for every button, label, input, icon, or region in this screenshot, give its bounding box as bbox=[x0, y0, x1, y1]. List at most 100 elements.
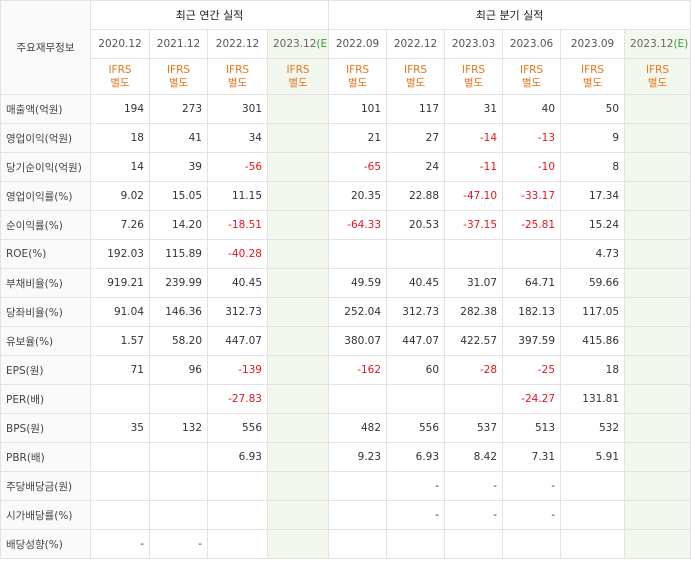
table-cell: 64.71 bbox=[502, 268, 562, 298]
table-cell bbox=[386, 239, 446, 269]
ifrs-header: IFRS 별도 bbox=[207, 58, 268, 95]
table-row: BPS(원) 35 132 556 482 556 537 513 532 bbox=[0, 413, 691, 443]
table-cell: 1.57 bbox=[90, 326, 150, 356]
table-cell: 252.04 bbox=[328, 297, 388, 327]
table-cell: 40.45 bbox=[386, 268, 446, 298]
table-cell: -11 bbox=[444, 152, 504, 182]
table-cell: 50 bbox=[560, 94, 626, 124]
table-cell: - bbox=[90, 529, 150, 559]
period-header-estimate: 2023.12(E) bbox=[266, 29, 330, 59]
table-cell: 22.88 bbox=[386, 181, 446, 211]
table-cell: -37.15 bbox=[444, 210, 504, 240]
table-cell: 27 bbox=[386, 123, 446, 153]
ifrs-header: IFRS 별도 bbox=[90, 58, 150, 95]
table-cell: 447.07 bbox=[207, 326, 268, 356]
table-cell: 14 bbox=[90, 152, 150, 182]
table-cell: 40 bbox=[502, 94, 562, 124]
table-cell: 41 bbox=[149, 123, 208, 153]
table-cell bbox=[624, 123, 691, 153]
table-cell: 273 bbox=[149, 94, 208, 124]
table-cell bbox=[624, 297, 691, 327]
table-cell bbox=[149, 500, 208, 530]
ifrs-header: IFRS 별도 bbox=[624, 58, 691, 95]
table-cell bbox=[266, 500, 330, 530]
row-label: 매출액(억원) bbox=[0, 94, 91, 124]
row-label: ROE(%) bbox=[0, 239, 91, 269]
table-cell: -10 bbox=[502, 152, 562, 182]
table-cell bbox=[624, 413, 691, 443]
table-cell bbox=[444, 529, 504, 559]
ifrs-header: IFRS 별도 bbox=[444, 58, 504, 95]
table-cell: 397.59 bbox=[502, 326, 562, 356]
table-cell: 9.23 bbox=[328, 442, 388, 472]
table-row: 당기순이익(억원) 14 39 -56 -65 24 -11 -10 8 bbox=[0, 152, 691, 182]
ifrs-header: IFRS 별도 bbox=[266, 58, 330, 95]
table-cell: -47.10 bbox=[444, 181, 504, 211]
table-cell: 101 bbox=[328, 94, 388, 124]
table-cell: 132 bbox=[149, 413, 208, 443]
table-cell bbox=[266, 297, 330, 327]
table-cell bbox=[266, 181, 330, 211]
table-cell bbox=[266, 268, 330, 298]
ifrs-header: IFRS 별도 bbox=[502, 58, 562, 95]
table-cell bbox=[624, 239, 691, 269]
table-cell: 7.31 bbox=[502, 442, 562, 472]
table-cell: 239.99 bbox=[149, 268, 208, 298]
period-header: 2022.09 bbox=[328, 29, 388, 59]
table-cell: 8.42 bbox=[444, 442, 504, 472]
table-cell bbox=[328, 384, 388, 414]
table-cell bbox=[560, 529, 626, 559]
table-cell: -25 bbox=[502, 355, 562, 385]
period-header: 2023.06 bbox=[502, 29, 562, 59]
period-header: 2023.09 bbox=[560, 29, 626, 59]
table-cell bbox=[266, 442, 330, 472]
table-row: EPS(원) 71 96 -139 -162 60 -28 -25 18 bbox=[0, 355, 691, 385]
table-cell: 7.26 bbox=[90, 210, 150, 240]
table-cell: -65 bbox=[328, 152, 388, 182]
table-cell: 34 bbox=[207, 123, 268, 153]
table-cell: - bbox=[386, 500, 446, 530]
table-cell bbox=[444, 384, 504, 414]
table-cell bbox=[624, 442, 691, 472]
table-cell bbox=[624, 94, 691, 124]
table-cell bbox=[266, 152, 330, 182]
table-cell bbox=[266, 355, 330, 385]
table-cell: - bbox=[386, 471, 446, 501]
row-label: 시가배당률(%) bbox=[0, 500, 91, 530]
table-cell: - bbox=[149, 529, 208, 559]
table-cell bbox=[624, 268, 691, 298]
table-cell bbox=[624, 326, 691, 356]
table-cell: 6.93 bbox=[207, 442, 268, 472]
row-label: 배당성향(%) bbox=[0, 529, 91, 559]
table-cell bbox=[624, 210, 691, 240]
table-cell bbox=[207, 500, 268, 530]
row-label: 부채비율(%) bbox=[0, 268, 91, 298]
period-header: 2023.03 bbox=[444, 29, 504, 59]
row-label: 당좌비율(%) bbox=[0, 297, 91, 327]
table-cell: 4.73 bbox=[560, 239, 626, 269]
table-cell: 31 bbox=[444, 94, 504, 124]
table-cell bbox=[624, 471, 691, 501]
table-row: 매출액(억원) 194 273 301 101 117 31 40 50 bbox=[0, 94, 691, 124]
table-cell: 18 bbox=[560, 355, 626, 385]
table-row: 영업이익률(%) 9.02 15.05 11.15 20.35 22.88 -47.10 -3… bbox=[0, 181, 691, 211]
table-cell bbox=[149, 384, 208, 414]
quarter-group-header: 최근 분기 실적 bbox=[328, 0, 691, 30]
annual-group-header: 최근 연간 실적 bbox=[89, 0, 330, 30]
table-cell bbox=[624, 384, 691, 414]
table-cell: 117.05 bbox=[560, 297, 626, 327]
period-header: 2022.12 bbox=[386, 29, 446, 59]
table-cell: 8 bbox=[560, 152, 626, 182]
table-cell bbox=[149, 471, 208, 501]
table-cell: - bbox=[444, 500, 504, 530]
table-cell bbox=[560, 500, 626, 530]
table-cell bbox=[386, 529, 446, 559]
period-header: 2020.12 bbox=[90, 29, 150, 59]
table-cell: 60 bbox=[386, 355, 446, 385]
table-cell: 192.03 bbox=[90, 239, 150, 269]
table-row: 당좌비율(%) 91.04 146.36 312.73 252.04 312.73 282.… bbox=[0, 297, 691, 327]
table-cell bbox=[266, 210, 330, 240]
table-cell: 415.86 bbox=[560, 326, 626, 356]
table-cell: 20.53 bbox=[386, 210, 446, 240]
period-header-row: 2020.122021.122022.122023.12(E)2022.0920… bbox=[1, 29, 691, 59]
